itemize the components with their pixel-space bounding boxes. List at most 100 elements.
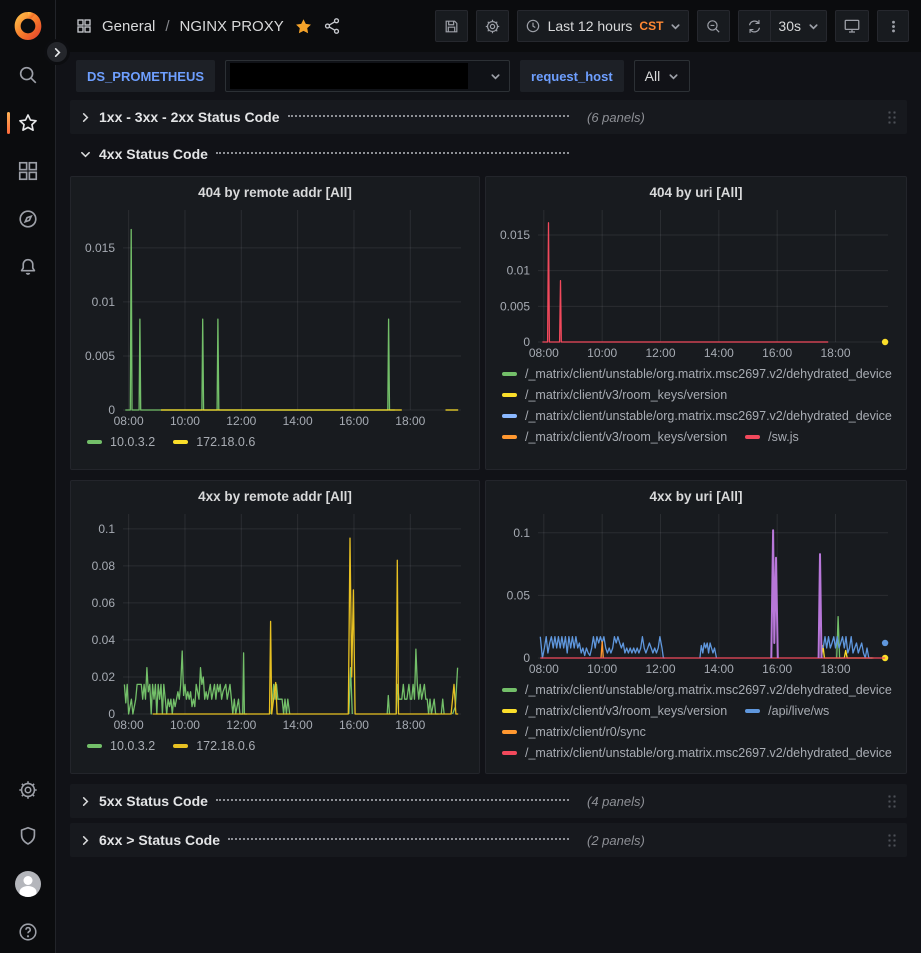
zoom-out-time-button[interactable] — [697, 10, 730, 42]
legend-series-label: /_matrix/client/v3/room_keys/version — [525, 430, 727, 444]
row-6xx[interactable]: 6xx > Status Code (2 panels) — [70, 823, 907, 857]
legend-item[interactable]: 172.18.0.6 — [173, 435, 255, 449]
legend-item[interactable]: /_matrix/client/v3/room_keys/version — [502, 704, 727, 718]
legend-series-label: 10.0.3.2 — [110, 739, 155, 753]
sidebar-item-dashboards[interactable] — [0, 160, 56, 182]
header-actions: Last 12 hours CST — [435, 10, 909, 42]
legend-item[interactable]: /_matrix/client/unstable/org.matrix.msc2… — [502, 367, 892, 381]
legend-item[interactable]: /sw.js — [745, 430, 799, 444]
legend-item[interactable]: 172.18.0.6 — [173, 739, 255, 753]
chevron-down-icon — [668, 71, 679, 82]
request-host-select[interactable]: All — [634, 60, 691, 92]
datasource-select[interactable] — [225, 60, 510, 92]
timeseries-chart[interactable]: 08:0010:0012:0014:0016:0018:0000.0050.01… — [79, 202, 471, 430]
svg-text:16:00: 16:00 — [762, 346, 792, 360]
tv-mode-button[interactable] — [835, 10, 869, 42]
breadcrumb-section[interactable]: General — [102, 18, 155, 35]
row-4xx[interactable]: 4xx Status Code — [70, 139, 907, 169]
sidebar-item-configuration[interactable] — [0, 779, 56, 801]
dashboard-settings-button[interactable] — [476, 10, 509, 42]
row-title: 4xx Status Code — [99, 146, 208, 162]
sidebar-item-alerting[interactable] — [0, 256, 56, 278]
dashboard-content: 1xx - 3xx - 2xx Status Code (6 panels) 4… — [56, 98, 921, 953]
svg-text:10:00: 10:00 — [170, 718, 200, 732]
row-5xx[interactable]: 5xx Status Code (4 panels) — [70, 784, 907, 818]
panel-title[interactable]: 4xx by uri [All] — [494, 484, 898, 506]
grafana-app: General / NGINX PROXY — [0, 0, 921, 953]
dotted-leader — [216, 152, 569, 154]
gear-icon — [17, 779, 39, 801]
legend-series-color — [745, 709, 760, 713]
svg-text:16:00: 16:00 — [339, 718, 369, 732]
sidebar-item-explore[interactable] — [0, 208, 56, 230]
chart-legend: /_matrix/client/unstable/org.matrix.msc2… — [494, 362, 898, 464]
search-icon — [17, 64, 39, 86]
legend-series-label: /_matrix/client/v3/room_keys/version — [525, 388, 727, 402]
svg-text:12:00: 12:00 — [645, 346, 675, 360]
legend-item[interactable]: /_matrix/client/r0/sync — [502, 725, 646, 739]
timeseries-chart[interactable]: 08:0010:0012:0014:0016:0018:0000.050.1 — [494, 506, 898, 678]
legend-series-color — [502, 414, 517, 418]
legend-item[interactable]: 10.0.3.2 — [87, 739, 155, 753]
legend-item[interactable]: /_matrix/client/unstable/org.matrix.msc2… — [502, 683, 892, 697]
panel-title[interactable]: 4xx by remote addr [All] — [79, 484, 471, 506]
breadcrumb-dashboard-title[interactable]: NGINX PROXY — [180, 18, 284, 35]
svg-text:12:00: 12:00 — [226, 718, 256, 732]
datasource-variable-label[interactable]: DS_PROMETHEUS — [76, 60, 215, 92]
sidebar-expand-button[interactable] — [44, 39, 70, 65]
legend-item[interactable]: /_matrix/client/v3/room_keys/version — [502, 430, 727, 444]
legend-series-label: 172.18.0.6 — [196, 435, 255, 449]
zoom-out-icon — [705, 18, 722, 35]
favorite-star-icon[interactable] — [294, 17, 313, 36]
grafana-logo-icon[interactable] — [12, 10, 44, 42]
svg-text:08:00: 08:00 — [529, 662, 559, 676]
row-drag-handle[interactable] — [887, 110, 897, 125]
legend-item[interactable]: 10.0.3.2 — [87, 435, 155, 449]
chevron-down-icon — [80, 149, 91, 160]
svg-text:18:00: 18:00 — [395, 414, 425, 428]
timezone-label: CST — [639, 19, 663, 33]
timeseries-chart[interactable]: 08:0010:0012:0014:0016:0018:0000.020.040… — [79, 506, 471, 734]
legend-series-label: /_matrix/client/unstable/org.matrix.msc2… — [525, 367, 892, 381]
legend-item[interactable]: /_matrix/client/v3/room_keys/version — [502, 388, 727, 402]
row-1xx-3xx-2xx[interactable]: 1xx - 3xx - 2xx Status Code (6 panels) — [70, 100, 907, 134]
sidebar-item-starred[interactable] — [0, 112, 56, 134]
row-drag-handle[interactable] — [887, 833, 897, 848]
help-icon — [17, 921, 39, 943]
more-options-button[interactable] — [877, 10, 909, 42]
refresh-button[interactable] — [738, 10, 771, 42]
panel-title[interactable]: 404 by uri [All] — [494, 180, 898, 202]
sidebar-item-profile[interactable] — [0, 871, 56, 897]
sidebar-item-server-admin[interactable] — [0, 825, 56, 847]
apps-grid-icon[interactable] — [76, 18, 92, 34]
timeseries-chart[interactable]: 08:0010:0012:0014:0016:0018:0000.0050.01… — [494, 202, 898, 362]
svg-text:0.02: 0.02 — [92, 670, 116, 684]
sidebar-item-help[interactable] — [0, 921, 56, 943]
row-drag-handle[interactable] — [887, 794, 897, 809]
legend-series-color — [502, 393, 517, 397]
svg-text:08:00: 08:00 — [114, 718, 144, 732]
legend-series-label: /sw.js — [768, 430, 799, 444]
refresh-icon — [746, 18, 763, 35]
row-title: 5xx Status Code — [99, 793, 208, 809]
panel-title[interactable]: 404 by remote addr [All] — [79, 180, 471, 202]
legend-series-label: /_matrix/client/r0/sync — [525, 725, 646, 739]
chevron-down-icon — [670, 21, 681, 32]
request-host-variable-label[interactable]: request_host — [520, 60, 624, 92]
legend-item[interactable]: /_matrix/client/unstable/org.matrix.msc2… — [502, 409, 892, 423]
legend-series-color — [502, 435, 517, 439]
dotted-leader — [288, 115, 569, 117]
save-dashboard-button[interactable] — [435, 10, 468, 42]
legend-item[interactable]: /_matrix/client/unstable/org.matrix.msc2… — [502, 746, 892, 760]
share-icon[interactable] — [323, 17, 341, 35]
time-range-picker[interactable]: Last 12 hours CST — [517, 10, 690, 42]
refresh-interval-select[interactable]: 30s — [770, 10, 827, 42]
sidebar-bottom — [0, 779, 56, 943]
sidebar-item-search[interactable] — [0, 64, 56, 86]
legend-series-label: /api/live/ws — [768, 704, 829, 718]
legend-item[interactable]: /api/live/ws — [745, 704, 829, 718]
svg-text:0: 0 — [108, 707, 115, 721]
chart-legend: /_matrix/client/unstable/org.matrix.msc2… — [494, 678, 898, 768]
panel-grid: 404 by remote addr [All] 08:0010:0012:00… — [70, 176, 907, 774]
chevron-right-icon — [52, 47, 63, 58]
